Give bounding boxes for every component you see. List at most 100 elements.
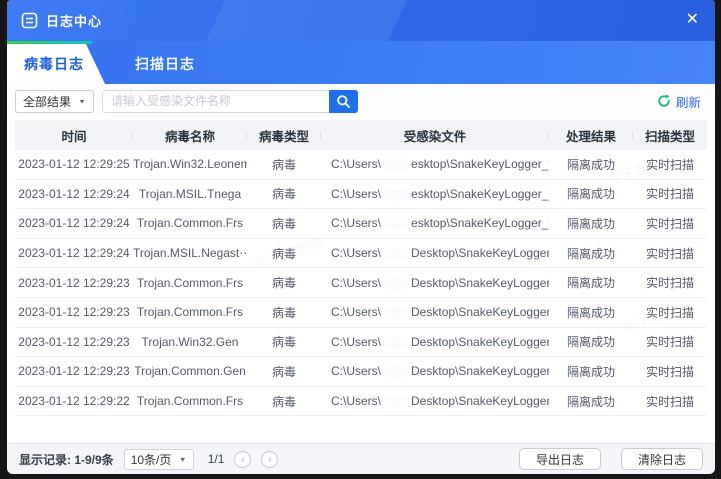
tab-scan-log[interactable]: 扫描日志 xyxy=(115,44,215,84)
result-filter-dropdown[interactable]: 全部结果 ▼ xyxy=(15,90,94,113)
refresh-label: 刷新 xyxy=(676,92,701,111)
cell-time: 2023-01-12 12:29:24 xyxy=(15,216,133,230)
cell-result: 隔离成功 xyxy=(549,363,633,380)
cell-result: 隔离成功 xyxy=(549,274,633,291)
cell-time: 2023-01-12 12:29:23 xyxy=(15,305,133,319)
next-page-button[interactable]: › xyxy=(261,451,278,468)
file-path-suffix: esktop\SnakeKeyLogger_vi⋯ xyxy=(411,157,549,171)
search-group xyxy=(102,90,358,113)
redacted-username-blur xyxy=(381,396,411,408)
redacted-username-blur xyxy=(381,189,411,201)
page-size-value: 10条/页 xyxy=(131,451,172,468)
cell-infected-file: C:\Users\Desktop\SnakeKeyLogger_vi⋯ xyxy=(321,305,549,319)
document-icon xyxy=(21,12,38,29)
cell-time: 2023-01-12 12:29:23 xyxy=(15,364,133,378)
cell-scan-type: 实时扫描 xyxy=(633,304,707,321)
redacted-username-blur xyxy=(381,307,411,319)
cell-virus-type: 病毒 xyxy=(247,185,321,202)
cell-scan-type: 实时扫描 xyxy=(633,245,707,262)
cell-time: 2023-01-12 12:29:23 xyxy=(15,276,133,290)
cell-scan-type: 实时扫描 xyxy=(633,156,707,173)
tab-scan-log-label: 扫描日志 xyxy=(135,54,195,74)
table-row: 2023-01-12 12:29:23 Trojan.Common.Gen 病毒… xyxy=(15,357,707,387)
cell-time: 2023-01-12 12:29:24 xyxy=(15,246,133,260)
file-path-prefix: C:\Users\ xyxy=(331,335,381,349)
cell-virus-type: 病毒 xyxy=(247,156,321,173)
chevron-down-icon: ▼ xyxy=(78,97,86,104)
cell-scan-type: 实时扫描 xyxy=(633,185,707,202)
log-center-window: 日志中心 ✕ 病毒日志 扫描日志 全部结果 ▼ xyxy=(7,0,715,474)
cell-virus-name: Trojan.MSIL.Tnega xyxy=(133,187,247,201)
cell-virus-name: Trojan.MSIL.Negast⋯ xyxy=(133,246,247,260)
search-icon xyxy=(336,94,351,109)
cell-time: 2023-01-12 12:29:24 xyxy=(15,187,133,201)
cell-scan-type: 实时扫描 xyxy=(633,215,707,232)
virus-log-table: 时间 病毒名称 病毒类型 受感染文件 处理结果 扫描类型 2023-01-12 … xyxy=(7,118,715,443)
cell-infected-file: C:\Users\ Desktop\SnakeKeyLogger_vi⋯ xyxy=(321,394,549,408)
toolbar: 全部结果 ▼ 刷新 xyxy=(7,84,715,118)
file-path-prefix: C:\Users\ xyxy=(331,246,381,260)
cell-virus-name: Trojan.Win32.Leonem xyxy=(133,157,247,171)
cell-infected-file: C:\Users\ Desktop\SnakeKeyLogger_vi⋯ xyxy=(321,335,549,349)
header-virus-type: 病毒类型 xyxy=(247,126,321,145)
redacted-username-blur xyxy=(381,278,411,290)
table-row: 2023-01-12 12:29:22 Trojan.Common.Frs 病毒… xyxy=(15,387,707,417)
cell-infected-file: C:\Users\ esktop\SnakeKeyLogger_vi⋯ xyxy=(321,187,549,201)
table-row: 2023-01-12 12:29:24 Trojan.Common.Frs 病毒… xyxy=(15,209,707,239)
export-log-button[interactable]: 导出日志 xyxy=(519,448,601,470)
cell-result: 隔离成功 xyxy=(549,185,633,202)
cell-virus-name: Trojan.Common.Frs xyxy=(133,216,247,230)
table-row: 2023-01-12 12:29:24 Trojan.MSIL.Tnega 病毒… xyxy=(15,180,707,210)
cell-virus-name: Trojan.Common.Gen xyxy=(133,364,247,378)
clear-log-button[interactable]: 清除日志 xyxy=(621,448,703,470)
file-path-prefix: C:\Users\ xyxy=(331,157,381,171)
page-size-dropdown[interactable]: 10条/页 ▼ xyxy=(124,449,194,470)
header-infected-file: 受感染文件 xyxy=(321,126,549,145)
cell-virus-type: 病毒 xyxy=(247,333,321,350)
table-row: 2023-01-12 12:29:25 Trojan.Win32.Leonem … xyxy=(15,150,707,180)
redacted-username-blur xyxy=(381,337,411,349)
tab-virus-log[interactable]: 病毒日志 xyxy=(7,44,105,84)
cell-time: 2023-01-12 12:29:25 xyxy=(15,157,133,171)
titlebar: 日志中心 ✕ xyxy=(7,0,715,41)
file-path-suffix: Desktop\SnakeKeyLogger_vi⋯ xyxy=(411,246,549,260)
tab-virus-log-label: 病毒日志 xyxy=(24,54,84,74)
search-input[interactable] xyxy=(102,90,329,113)
file-path-suffix: Desktop\SnakeKeyLogger_vi⋯ xyxy=(411,335,549,349)
file-path-suffix: esktop\SnakeKeyLogger_vi⋯ xyxy=(411,187,549,201)
cell-virus-type: 病毒 xyxy=(247,215,321,232)
file-path-suffix: Desktop\SnakeKeyLogger_vi⋯ xyxy=(411,305,549,319)
header-virus-name: 病毒名称 xyxy=(133,126,247,145)
cell-time: 2023-01-12 12:29:23 xyxy=(15,335,133,349)
refresh-icon xyxy=(657,94,671,108)
header-scan-type: 扫描类型 xyxy=(633,126,707,145)
redacted-username-blur xyxy=(381,366,411,378)
cell-virus-type: 病毒 xyxy=(247,304,321,321)
file-path-prefix: C:\Users\ xyxy=(331,187,381,201)
file-path-prefix: C:\Users\ xyxy=(331,364,381,378)
cell-virus-type: 病毒 xyxy=(247,363,321,380)
window-title: 日志中心 xyxy=(46,11,102,30)
header-result: 处理结果 xyxy=(549,126,633,145)
cell-virus-type: 病毒 xyxy=(247,393,321,410)
cell-virus-type: 病毒 xyxy=(247,274,321,291)
active-tab-accent-line xyxy=(7,41,92,44)
chevron-down-icon: ▼ xyxy=(179,455,187,462)
close-icon[interactable]: ✕ xyxy=(686,10,699,30)
search-button[interactable] xyxy=(329,90,358,113)
cell-result: 隔离成功 xyxy=(549,156,633,173)
cell-virus-name: Trojan.Common.Frs xyxy=(133,276,247,290)
cell-infected-file: C:\Users\ esktop\SnakeKeyLogger_vi⋯ xyxy=(321,216,549,230)
prev-page-button[interactable]: ‹ xyxy=(234,451,251,468)
table-row: 2023-01-12 12:29:23 Trojan.Win32.Gen 病毒 … xyxy=(15,328,707,358)
file-path-prefix: C:\Users\ xyxy=(331,216,381,230)
cell-time: 2023-01-12 12:29:22 xyxy=(15,394,133,408)
file-path-prefix: C:\Users\ xyxy=(331,394,381,408)
cell-result: 隔离成功 xyxy=(549,393,633,410)
cell-scan-type: 实时扫描 xyxy=(633,393,707,410)
redacted-username-blur xyxy=(381,159,411,171)
cell-scan-type: 实时扫描 xyxy=(633,333,707,350)
file-path-suffix: Desktop\SnakeKeyLogger_vi⋯ xyxy=(411,394,549,408)
refresh-button[interactable]: 刷新 xyxy=(657,92,701,111)
file-path-suffix: esktop\SnakeKeyLogger_vi⋯ xyxy=(411,216,549,230)
